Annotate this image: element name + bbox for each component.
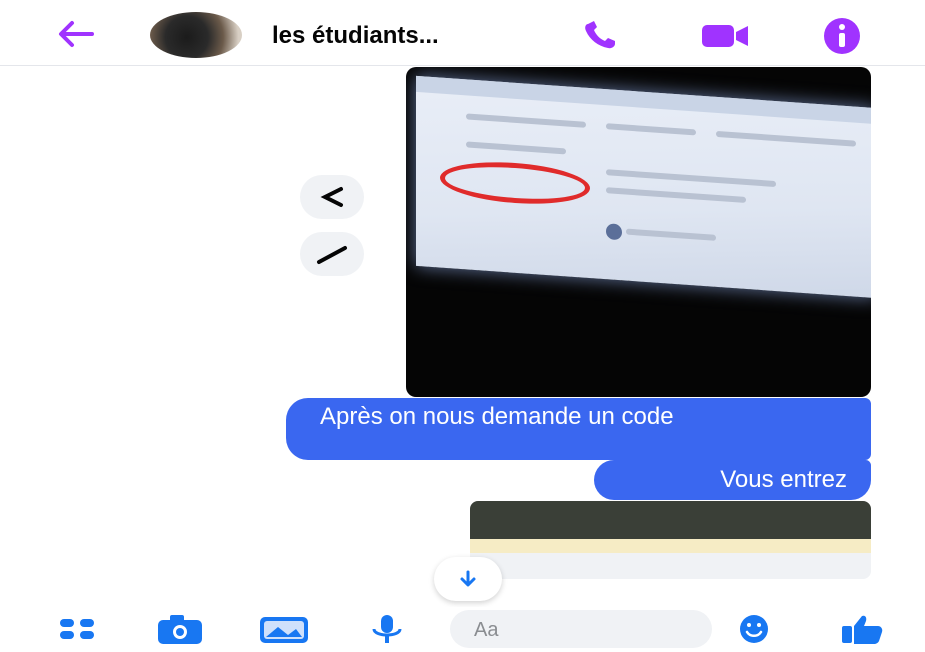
message-bubble[interactable]: Après on nous demande un code [286,398,871,460]
avatar[interactable] [150,12,242,58]
chat-title[interactable]: les étudiants... [272,22,439,50]
message-input[interactable] [472,618,676,643]
scroll-to-bottom-button[interactable] [434,557,502,601]
camera-icon[interactable] [154,613,206,645]
share-button[interactable] [300,175,364,219]
message-thread[interactable]: Après on nous demande un code Vous entre… [0,67,925,607]
emoji-icon[interactable] [730,613,778,645]
video-camera-icon[interactable] [698,18,754,52]
message-bubble[interactable]: Vous entrez [594,460,871,500]
preview-image [470,501,871,539]
apps-grid-icon[interactable] [56,613,100,645]
microphone-icon[interactable] [366,613,408,645]
share-icon [320,187,343,207]
image-preview-message[interactable] [470,501,871,579]
arrow-down-icon [460,570,476,587]
gallery-icon[interactable] [256,613,312,645]
phone-icon[interactable] [578,18,626,52]
chat-header: les étudiants... [0,0,925,66]
photo-message[interactable] [406,67,871,397]
edit-button[interactable] [300,232,364,276]
back-arrow-icon[interactable] [52,16,100,52]
info-icon[interactable] [822,16,862,56]
composer-bar [0,607,925,652]
thumbs-up-icon[interactable] [836,613,888,645]
message-input-wrapper[interactable] [450,610,712,648]
pencil-icon [317,246,347,264]
preview-banner [470,539,871,553]
